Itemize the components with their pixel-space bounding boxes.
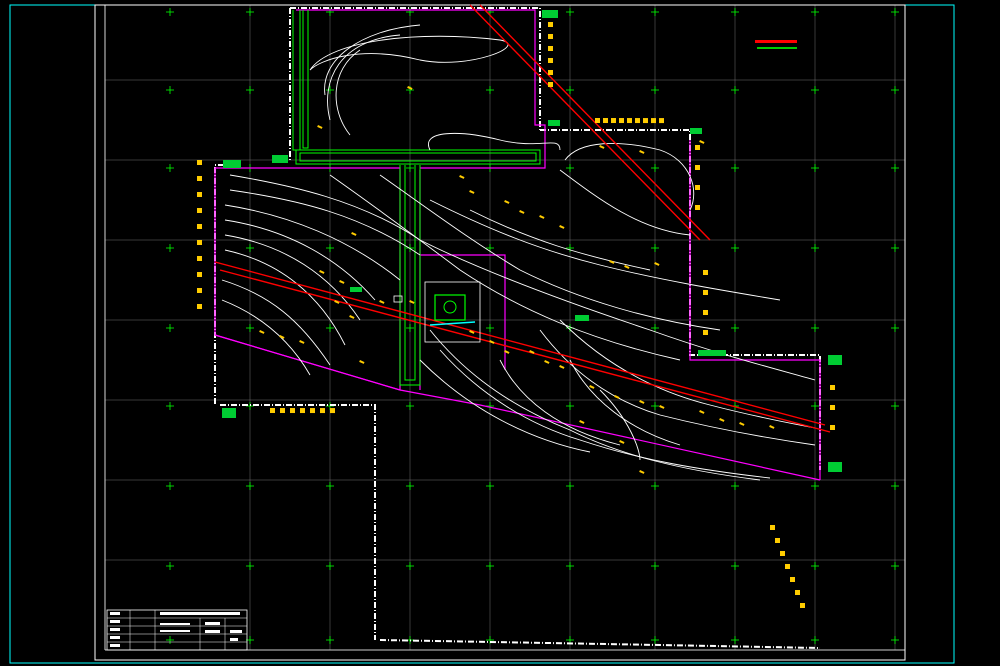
label-glyph <box>659 118 664 124</box>
elevation-tag <box>223 160 241 168</box>
label-glyph <box>548 70 553 75</box>
label-glyph <box>775 538 780 543</box>
label-glyph <box>595 118 600 123</box>
elevation-tag <box>698 350 726 356</box>
label-glyph <box>695 205 700 210</box>
label-glyph <box>197 288 202 293</box>
label-glyph <box>310 408 315 414</box>
label-glyph <box>603 118 608 124</box>
label-glyph <box>197 256 202 261</box>
elevation-tag <box>690 128 702 134</box>
label-glyph <box>197 160 202 165</box>
label-glyph <box>830 385 835 390</box>
label-glyph <box>830 405 835 410</box>
label-glyph <box>548 34 553 39</box>
label-glyph <box>548 82 553 87</box>
label-glyph <box>770 525 775 530</box>
elevation-tag <box>575 315 589 321</box>
label-glyph <box>280 408 285 414</box>
label-glyph <box>197 176 202 181</box>
label-glyph <box>548 46 553 51</box>
label-glyph <box>197 192 202 197</box>
label-glyph <box>197 240 202 245</box>
label-glyph <box>695 145 700 150</box>
elevation-tag <box>828 462 842 472</box>
label-glyph <box>695 185 700 190</box>
label-glyph <box>611 118 616 124</box>
elevation-tag <box>548 120 560 126</box>
label-glyph <box>790 577 795 582</box>
label-glyph <box>703 270 708 275</box>
label-glyph <box>197 224 202 229</box>
label-glyph <box>300 408 305 414</box>
label-glyph <box>703 290 708 295</box>
label-glyph <box>785 564 790 569</box>
label-glyph <box>830 425 835 430</box>
label-glyph <box>619 118 624 124</box>
label-glyph <box>795 590 800 595</box>
cad-drawing-canvas <box>0 0 1000 666</box>
label-glyph <box>800 603 805 608</box>
label-glyph <box>197 272 202 277</box>
label-glyph <box>330 408 335 414</box>
elevation-tag <box>542 10 558 18</box>
label-glyph <box>290 408 295 414</box>
label-glyph <box>643 118 648 124</box>
label-glyph <box>627 118 632 124</box>
label-glyph <box>703 310 708 315</box>
label-glyph <box>695 165 700 170</box>
elevation-tag <box>828 355 842 365</box>
label-glyph <box>197 304 202 309</box>
label-glyph <box>270 408 275 413</box>
label-glyph <box>548 58 553 63</box>
label-glyph <box>635 118 640 124</box>
label-glyph <box>703 330 708 335</box>
label-glyph <box>651 118 656 124</box>
elevation-tag <box>272 155 288 163</box>
background <box>0 0 1000 666</box>
label-glyph <box>780 551 785 556</box>
elevation-tag <box>222 408 236 418</box>
label-glyph <box>320 408 325 414</box>
elevation-tag <box>350 287 362 292</box>
label-glyph <box>548 22 553 27</box>
label-glyph <box>197 208 202 213</box>
